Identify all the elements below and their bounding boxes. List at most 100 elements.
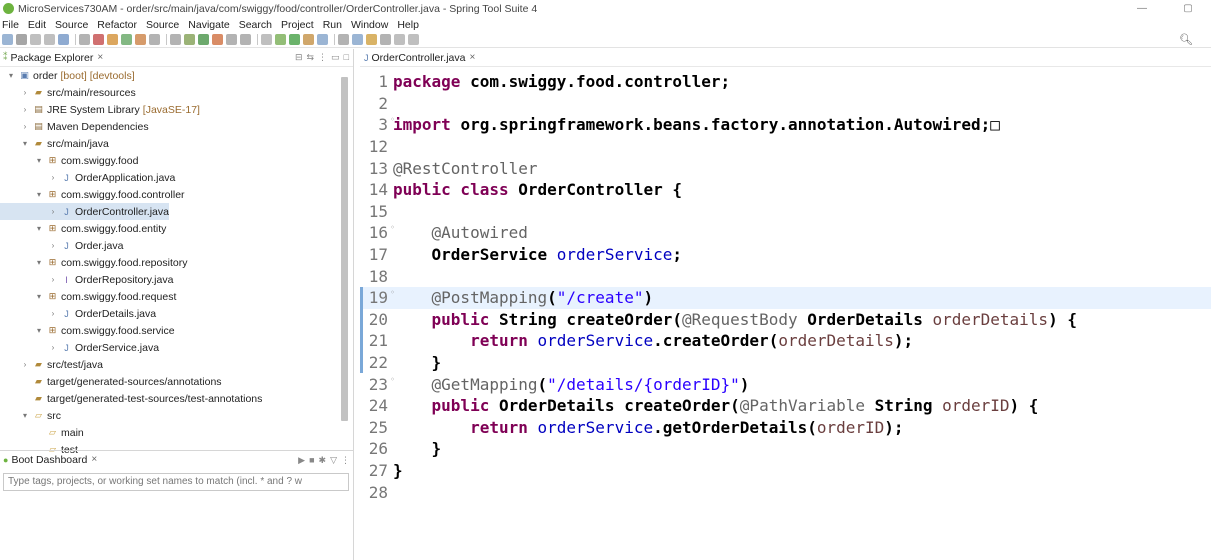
chevron-right-icon[interactable]: › [48,173,58,182]
tree-item[interactable]: ▾ ▣ order [boot] [devtools] [0,67,135,84]
toolbar-action-icon[interactable] [107,34,118,45]
filter-icon[interactable]: ▽ [330,455,337,466]
tree-item[interactable]: › I OrderRepository.java [0,271,174,288]
tree-item[interactable]: ▾ ⊞ com.swiggy.food [0,152,138,169]
toolbar-action-icon[interactable] [317,34,328,45]
chevron-down-icon[interactable]: ▾ [20,411,30,420]
chevron-right-icon[interactable]: › [20,360,30,369]
view-menu-icon[interactable]: ⋮ [341,455,350,466]
chevron-right-icon[interactable]: › [20,105,30,114]
chevron-down-icon[interactable]: ▾ [34,156,44,165]
chevron-down-icon[interactable]: ▾ [6,71,16,80]
tree-item[interactable]: ▾ ⊞ com.swiggy.food.controller [0,186,185,203]
toolbar-action-icon[interactable] [149,34,160,45]
menu-window[interactable]: Window [351,19,388,31]
tree-item[interactable]: ▾ ⊞ com.swiggy.food.service [0,322,175,339]
restore-button[interactable]: ▢ [1165,0,1211,17]
menu-help[interactable]: Help [397,19,419,31]
start-icon[interactable]: ▶ [298,455,305,466]
toolbar-action-icon[interactable] [352,34,363,45]
close-icon[interactable]: × [469,52,475,63]
chevron-down-icon[interactable]: ▾ [34,224,44,233]
toolbar-action-icon[interactable] [58,34,69,45]
chevron-right-icon[interactable]: › [20,122,30,131]
minimize-button[interactable]: — [1119,0,1165,17]
menu-search[interactable]: Search [239,19,272,31]
tree-item[interactable]: ▾ ⊞ com.swiggy.food.entity [0,220,166,237]
toolbar-action-icon[interactable] [16,34,27,45]
toolbar-action-icon[interactable] [2,34,13,45]
search-icon[interactable]: 🔍︎ [1179,33,1193,46]
toolbar-action-icon[interactable] [240,34,251,45]
tree-item[interactable]: ▰ target/generated-test-sources/test-anno… [0,390,262,407]
tree-item[interactable]: › J OrderDetails.java [0,305,156,322]
toolbar-action-icon[interactable] [338,34,349,45]
toolbar-action-icon[interactable] [79,34,90,45]
toolbar-action-icon[interactable] [212,34,223,45]
close-icon[interactable]: × [91,454,97,465]
tree-scrollbar[interactable] [341,77,348,421]
tree-item[interactable]: ▰ target/generated-sources/annotations [0,373,222,390]
link-editor-icon[interactable]: ⇆ [307,52,315,63]
tree-item[interactable]: ▾ ⊞ com.swiggy.food.request [0,288,176,305]
menu-project[interactable]: Project [281,19,314,31]
tree-item[interactable]: › ▰ src/test/java [0,356,103,373]
chevron-right-icon[interactable]: › [48,207,58,216]
toolbar-action-icon[interactable] [198,34,209,45]
toolbar-action-icon[interactable] [275,34,286,45]
chevron-right-icon[interactable]: › [48,241,58,250]
toolbar-action-icon[interactable] [93,34,104,45]
collapse-all-icon[interactable]: ⊟ [295,52,303,63]
toolbar-action-icon[interactable] [30,34,41,45]
tab-ordercontroller-java[interactable]: OrderController.java [372,52,466,64]
chevron-down-icon[interactable]: ▾ [34,258,44,267]
menu-source[interactable]: Source [146,19,179,31]
toolbar-action-icon[interactable] [408,34,419,45]
code-area[interactable]: 1 package com.swiggy.food.controller; 2 3 ◦ i… [360,67,1211,560]
tree-item[interactable]: ▾ ▰ src/main/java [0,135,109,152]
tree-item[interactable]: › J OrderApplication.java [0,169,176,186]
debug-icon[interactable]: ✱ [319,455,327,466]
stop-icon[interactable]: ■ [309,455,314,466]
toolbar-action-icon[interactable] [135,34,146,45]
fold-marker-icon[interactable]: ◦ [390,223,395,232]
toolbar-action-icon[interactable] [366,34,377,45]
chevron-down-icon[interactable]: ▾ [34,292,44,301]
tree-item[interactable]: ▾ ⊞ com.swiggy.food.repository [0,254,187,271]
chevron-down-icon[interactable]: ▾ [34,190,44,199]
toolbar-action-icon[interactable] [44,34,55,45]
tree-item[interactable]: › J OrderService.java [0,339,159,356]
close-icon[interactable]: × [97,52,103,63]
fold-marker-icon[interactable]: ◦ [390,375,395,384]
tree-item[interactable]: › ▰ src/main/resources [0,84,136,101]
boot-dashboard-filter-input[interactable]: Type tags, projects, or working set name… [3,473,349,491]
menu-source[interactable]: Source [55,19,88,31]
toolbar-action-icon[interactable] [184,34,195,45]
tree-item[interactable]: › J Order.java [0,237,124,254]
chevron-right-icon[interactable]: › [20,88,30,97]
chevron-right-icon[interactable]: › [48,309,58,318]
chevron-right-icon[interactable]: › [48,275,58,284]
maximize-view-icon[interactable]: □ [344,52,349,63]
minimize-view-icon[interactable]: ▭ [331,52,340,63]
tree-item[interactable]: ▱ main [0,424,84,441]
toolbar-action-icon[interactable] [261,34,272,45]
tree-item[interactable]: › ▤ Maven Dependencies [0,118,149,135]
menu-edit[interactable]: Edit [28,19,46,31]
toolbar-action-icon[interactable] [226,34,237,45]
tree-item[interactable]: › J OrderController.java [0,203,169,220]
fold-marker-icon[interactable]: ◦ [390,115,395,124]
tree-item[interactable]: › ▤ JRE System Library [JavaSE-17] [0,101,200,118]
menu-refactor[interactable]: Refactor [97,19,137,31]
fold-marker-icon[interactable]: ◦ [390,288,395,297]
chevron-right-icon[interactable]: › [48,343,58,352]
toolbar-action-icon[interactable] [289,34,300,45]
toolbar-action-icon[interactable] [121,34,132,45]
tree-item[interactable]: ▾ ▱ src [0,407,61,424]
menu-file[interactable]: File [2,19,19,31]
chevron-down-icon[interactable]: ▾ [20,139,30,148]
chevron-down-icon[interactable]: ▾ [34,326,44,335]
menu-run[interactable]: Run [323,19,342,31]
menu-navigate[interactable]: Navigate [188,19,229,31]
toolbar-action-icon[interactable] [394,34,405,45]
